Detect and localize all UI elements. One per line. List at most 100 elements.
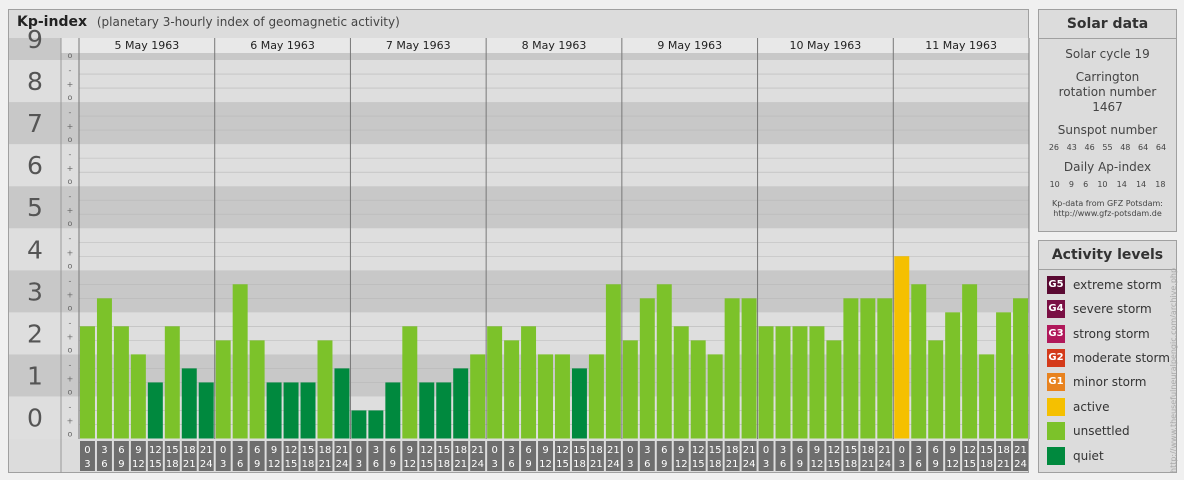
- kp-bar: [317, 340, 333, 439]
- kp-bar: [300, 382, 316, 439]
- interval-end: 15: [692, 459, 705, 470]
- interval-end: 12: [268, 459, 281, 470]
- interval-end: 12: [811, 459, 824, 470]
- interval-start: 0: [763, 445, 769, 456]
- sub-tick: +: [67, 206, 74, 215]
- ap-value: 6: [1083, 180, 1089, 189]
- level-active: active: [1047, 398, 1109, 416]
- interval-start: 12: [420, 445, 433, 456]
- level-g4: G4 severe storm: [1047, 300, 1152, 318]
- interval-end: 3: [491, 459, 497, 470]
- interval-start: 0: [220, 445, 226, 456]
- kp-bar: [673, 326, 689, 439]
- kp-band: [9, 186, 1029, 229]
- kp-bar: [945, 312, 961, 439]
- interval-start: 6: [661, 445, 667, 456]
- interval-start: 15: [845, 445, 858, 456]
- interval-end: 9: [661, 459, 667, 470]
- interval-end: 6: [644, 459, 650, 470]
- interval-start: 12: [285, 445, 298, 456]
- level-label: severe storm: [1073, 302, 1152, 316]
- solar-data-panel: Solar data Solar cycle 19 Carrington rot…: [1038, 9, 1177, 232]
- kp-bar: [402, 326, 418, 439]
- interval-start: 21: [1014, 445, 1027, 456]
- interval-start: 21: [336, 445, 349, 456]
- sub-tick: +: [67, 80, 74, 89]
- interval-start: 15: [437, 445, 450, 456]
- interval-end: 6: [101, 459, 107, 470]
- active-swatch: [1047, 398, 1065, 416]
- sub-tick: +: [67, 416, 74, 425]
- kp-bar: [996, 312, 1012, 439]
- interval-end: 21: [861, 459, 874, 470]
- ap-value: 18: [1155, 180, 1166, 189]
- sub-tick: -: [69, 402, 72, 411]
- sunspot-label: Sunspot number: [1057, 123, 1158, 137]
- interval-end: 24: [471, 459, 484, 470]
- sub-tick: -: [69, 360, 72, 369]
- kp-bar: [928, 340, 944, 439]
- interval-end: 21: [319, 459, 332, 470]
- interval-end: 15: [149, 459, 162, 470]
- y-tick-label: 8: [27, 67, 43, 96]
- interval-start: 3: [916, 445, 922, 456]
- day-label: 8 May 1963: [522, 39, 587, 52]
- kp-bar: [571, 368, 587, 439]
- interval-end: 15: [963, 459, 976, 470]
- day-label: 10 May 1963: [790, 39, 862, 52]
- interval-start: 3: [508, 445, 514, 456]
- kp-bar: [96, 298, 112, 439]
- level-label: extreme storm: [1073, 278, 1162, 292]
- source-line: Kp-data from GFZ Potsdam:: [1052, 199, 1163, 208]
- source-link[interactable]: http://www.gfz-potsdam.de: [1039, 209, 1176, 219]
- interval-end: 24: [336, 459, 349, 470]
- interval-end: 18: [166, 459, 179, 470]
- kp-bar: [487, 326, 503, 439]
- kp-bar: [1013, 298, 1028, 439]
- interval-end: 6: [373, 459, 379, 470]
- kp-bar: [419, 382, 435, 439]
- interval-start: 9: [814, 445, 820, 456]
- kp-bar: [792, 326, 808, 439]
- interval-start: 0: [627, 445, 633, 456]
- level-label: unsettled: [1073, 424, 1130, 438]
- level-label: active: [1073, 400, 1110, 414]
- interval-end: 3: [356, 459, 362, 470]
- interval-start: 3: [644, 445, 650, 456]
- ap-value: 14: [1135, 180, 1147, 189]
- kp-bar: [385, 382, 401, 439]
- interval-start: 9: [407, 445, 413, 456]
- interval-start: 6: [797, 445, 803, 456]
- kp-bar: [232, 284, 248, 439]
- kp-bar: [775, 326, 791, 439]
- interval-end: 6: [237, 459, 243, 470]
- interval-end: 12: [403, 459, 416, 470]
- level-label: moderate storm: [1073, 351, 1170, 365]
- interval-end: 18: [302, 459, 315, 470]
- sub-tick: -: [69, 276, 72, 285]
- interval-end: 21: [183, 459, 196, 470]
- interval-end: 24: [878, 459, 891, 470]
- interval-end: 15: [556, 459, 569, 470]
- y-tick-label: 3: [27, 277, 43, 306]
- ap-value: 9: [1068, 180, 1074, 189]
- interval-start: 12: [556, 445, 569, 456]
- sunspot-value: 26: [1048, 143, 1060, 152]
- kp-band: [9, 270, 1029, 313]
- interval-end: 21: [454, 459, 467, 470]
- interval-end: 15: [420, 459, 433, 470]
- level-g3: G3 strong storm: [1047, 325, 1150, 343]
- sub-tick: o: [68, 177, 73, 186]
- kp-bar-chart: 5 May 1963 6 May 1963 7 May 1963 8 May 1963…: [9, 25, 1030, 473]
- ap-value: 10: [1097, 180, 1108, 189]
- interval-start: 0: [899, 445, 905, 456]
- interval-end: 9: [254, 459, 260, 470]
- interval-start: 6: [118, 445, 124, 456]
- interval-start: 18: [861, 445, 874, 456]
- interval-end: 24: [607, 459, 620, 470]
- interval-end: 21: [590, 459, 603, 470]
- y-tick-label: 7: [27, 109, 43, 138]
- kp-bar: [249, 340, 265, 439]
- interval-start: 6: [525, 445, 531, 456]
- sunspot-value: 43: [1066, 143, 1077, 152]
